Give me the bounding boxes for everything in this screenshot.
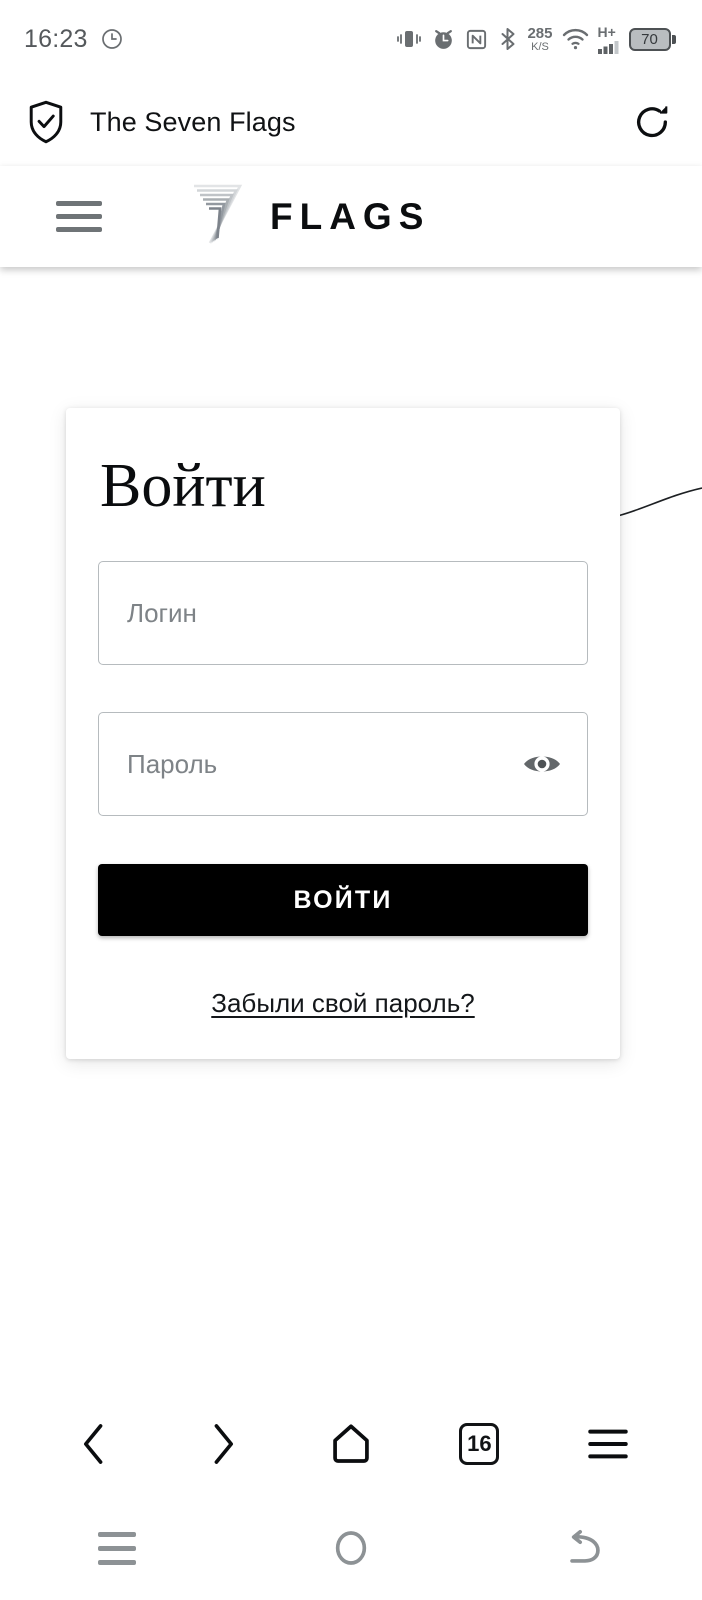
tab-counter-button[interactable]: 16 [441, 1406, 517, 1482]
page-content: Войти ВОЙТИ Забыли свой пароль? [0, 267, 702, 1392]
wifi-icon [562, 28, 589, 50]
tab-count-label: 16 [459, 1423, 500, 1465]
browser-page-title: The Seven Flags [90, 106, 296, 137]
login-field-wrapper[interactable] [98, 561, 588, 666]
seven-logo-icon [188, 181, 250, 252]
status-bar-right: 285 K/S H+ 70 [396, 25, 676, 54]
status-bar-clock: 16:23 [24, 24, 88, 53]
login-card-title: Войти [100, 452, 266, 520]
site-logo[interactable]: FLAGS [188, 181, 430, 252]
submit-login-button[interactable]: ВОЙТИ [98, 864, 588, 937]
chevron-left-icon[interactable] [56, 1406, 132, 1482]
system-navigation-bar [0, 1496, 702, 1600]
status-bar: 16:23 285 K/S H+ 70 [0, 0, 702, 78]
back-arrow-icon[interactable] [468, 1496, 702, 1600]
hamburger-line [56, 227, 102, 232]
hamburger-line [56, 201, 102, 206]
bluetooth-icon [497, 27, 518, 51]
recents-lines [98, 1531, 136, 1565]
hamburger-menu-icon[interactable] [56, 201, 102, 232]
home-icon[interactable] [313, 1406, 389, 1482]
network-speed-indicator: 285 K/S [527, 24, 553, 53]
site-header: FLAGS [0, 166, 702, 267]
hamburger-line [56, 214, 102, 219]
alarm-clock-icon [431, 27, 456, 52]
browser-bottom-toolbar: 16 [0, 1392, 702, 1496]
login-card: Войти ВОЙТИ Забыли свой пароль? [66, 408, 620, 1060]
browser-title-bar: The Seven Flags [0, 78, 702, 166]
eye-icon[interactable] [519, 747, 565, 781]
site-logo-word: FLAGS [270, 195, 431, 237]
home-circle-icon[interactable] [234, 1496, 468, 1600]
battery-indicator: 70 [628, 27, 676, 51]
forgot-password-link[interactable]: Забыли свой пароль? [211, 988, 474, 1018]
vibrate-icon [396, 27, 422, 51]
password-field-wrapper[interactable] [98, 712, 588, 817]
recents-icon[interactable] [0, 1496, 234, 1600]
browser-menu-icon[interactable] [570, 1406, 646, 1482]
shield-check-icon[interactable] [26, 99, 70, 145]
nfc-icon [465, 28, 488, 51]
battery-tip [672, 34, 676, 44]
alarm-history-icon [100, 27, 124, 51]
reload-icon[interactable] [628, 102, 672, 142]
status-bar-left: 16:23 [24, 25, 124, 54]
chevron-right-icon[interactable] [185, 1406, 261, 1482]
login-input[interactable] [127, 562, 559, 665]
password-input[interactable] [127, 713, 559, 816]
network-type-label: H+ [597, 23, 616, 40]
forgot-password-row: Забыли свой пароль? [98, 988, 588, 1019]
cellular-signal-icon: H+ [597, 23, 620, 54]
battery-level-label: 70 [641, 30, 658, 48]
